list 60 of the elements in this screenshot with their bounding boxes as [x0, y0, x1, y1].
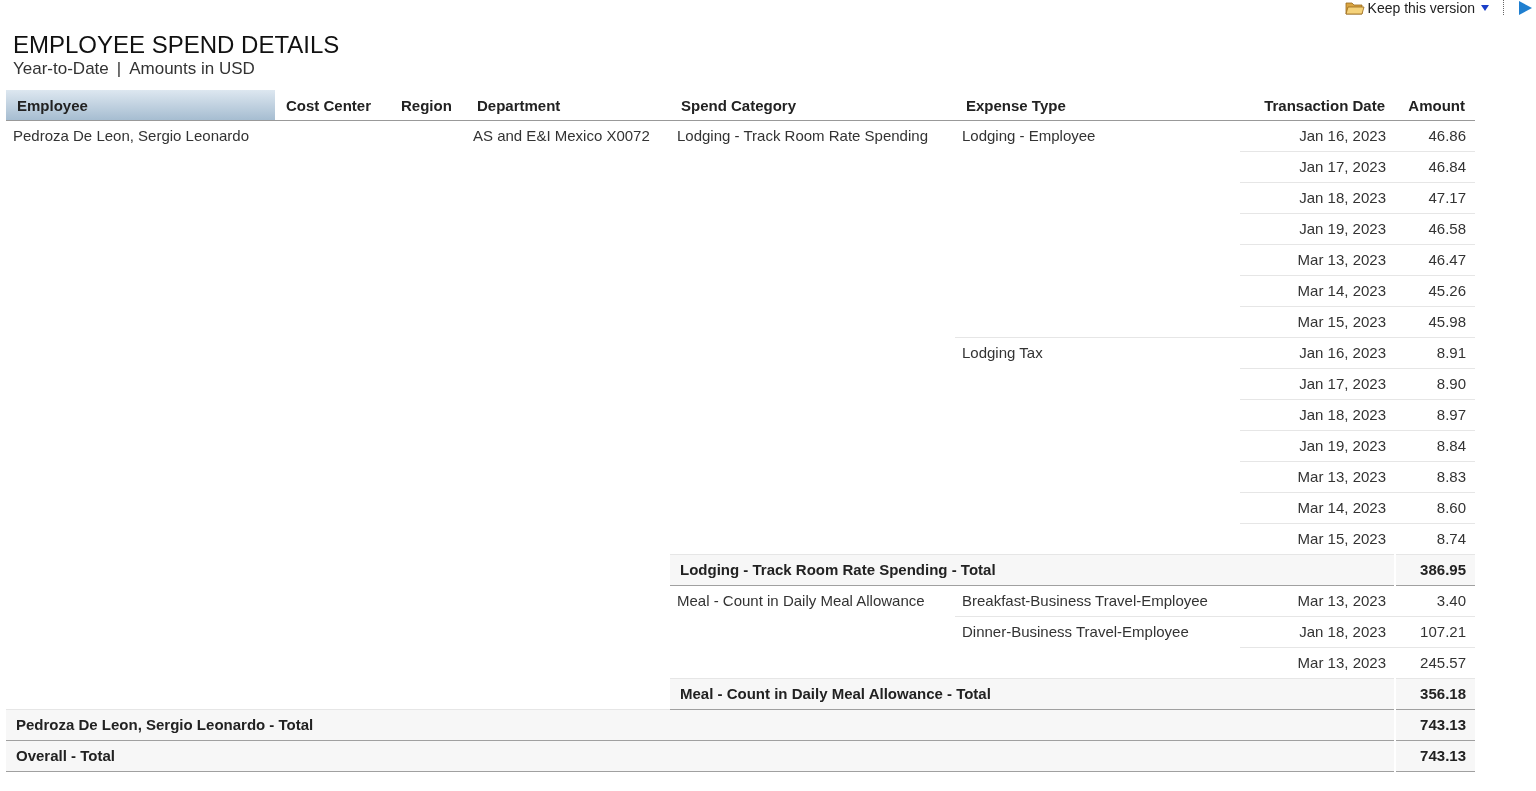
- separator: |: [116, 59, 122, 79]
- total-amount: 743.13: [1395, 709, 1475, 741]
- table-cell: 46.86: [1395, 120, 1475, 152]
- table-cell: Lodging - Track Room Rate Spending: [670, 120, 955, 555]
- report-title: EMPLOYEE SPEND DETAILS: [13, 31, 341, 59]
- table-cell: 8.60: [1395, 492, 1475, 524]
- table-cell: 8.97: [1395, 399, 1475, 431]
- table-cell: Meal - Count in Daily Meal Allowance: [670, 585, 955, 679]
- table-cell: Jan 17, 2023: [1240, 368, 1395, 400]
- subtotal-label: Meal - Count in Daily Meal Allowance - Total: [670, 678, 1395, 710]
- keep-version-link[interactable]: Keep this version: [1344, 0, 1489, 15]
- caret-icon: [1481, 4, 1489, 11]
- table-cell: AS and E&I Mexico X0072: [466, 120, 670, 710]
- column-header[interactable]: Cost Center: [275, 90, 390, 121]
- column-header[interactable]: Region: [390, 90, 466, 121]
- table-cell: 3.40: [1395, 585, 1475, 617]
- table-cell: 46.84: [1395, 151, 1475, 183]
- table-cell: Jan 18, 2023: [1240, 399, 1395, 431]
- play-icon[interactable]: [1518, 0, 1532, 15]
- report-period: Year-to-Date: [13, 59, 109, 79]
- table-cell: 8.90: [1395, 368, 1475, 400]
- table-cell: Mar 15, 2023: [1240, 306, 1395, 338]
- table-cell: Breakfast-Business Travel-Employee: [955, 585, 1240, 617]
- table-cell: Mar 13, 2023: [1240, 585, 1395, 617]
- total-label: Overall - Total: [6, 740, 1395, 772]
- table-cell: 46.47: [1395, 244, 1475, 276]
- table-cell: 47.17: [1395, 182, 1475, 214]
- table-cell: Jan 16, 2023: [1240, 337, 1395, 369]
- total-label: Pedroza De Leon, Sergio Leonardo - Total: [6, 709, 1395, 741]
- column-header[interactable]: Expense Type: [955, 90, 1240, 121]
- table-cell: Lodging - Employee: [955, 120, 1240, 338]
- table-cell: 8.91: [1395, 337, 1475, 369]
- table-cell: Mar 13, 2023: [1240, 244, 1395, 276]
- column-header[interactable]: Amount: [1395, 90, 1475, 121]
- report-currency: Amounts in USD: [129, 59, 255, 79]
- table-cell: Mar 14, 2023: [1240, 492, 1395, 524]
- table-cell: 107.21: [1395, 616, 1475, 648]
- subtotal-amount: 356.18: [1395, 678, 1475, 710]
- table-cell: 8.83: [1395, 461, 1475, 493]
- table-cell: Jan 18, 2023: [1240, 616, 1395, 648]
- column-header[interactable]: Spend Category: [670, 90, 955, 121]
- subtotal-amount: 386.95: [1395, 554, 1475, 586]
- column-header[interactable]: Transaction Date: [1240, 90, 1395, 121]
- table-cell: 45.26: [1395, 275, 1475, 307]
- folder-icon: [1344, 0, 1365, 15]
- total-amount: 743.13: [1395, 740, 1475, 772]
- column-header[interactable]: Employee: [6, 90, 275, 121]
- table-cell: 8.84: [1395, 430, 1475, 462]
- table-cell: Jan 19, 2023: [1240, 213, 1395, 245]
- table-cell: Jan 18, 2023: [1240, 182, 1395, 214]
- table-cell: Mar 13, 2023: [1240, 461, 1395, 493]
- table-cell: Pedroza De Leon, Sergio Leonardo: [6, 120, 275, 710]
- subtotal-label: Lodging - Track Room Rate Spending - Total: [670, 554, 1395, 586]
- table-cell: Jan 16, 2023: [1240, 120, 1395, 152]
- table-cell: 46.58: [1395, 213, 1475, 245]
- table-cell: 45.98: [1395, 306, 1475, 338]
- table-cell: Jan 17, 2023: [1240, 151, 1395, 183]
- table-cell: Jan 19, 2023: [1240, 430, 1395, 462]
- column-header[interactable]: Department: [466, 90, 670, 121]
- table-cell: Mar 14, 2023: [1240, 275, 1395, 307]
